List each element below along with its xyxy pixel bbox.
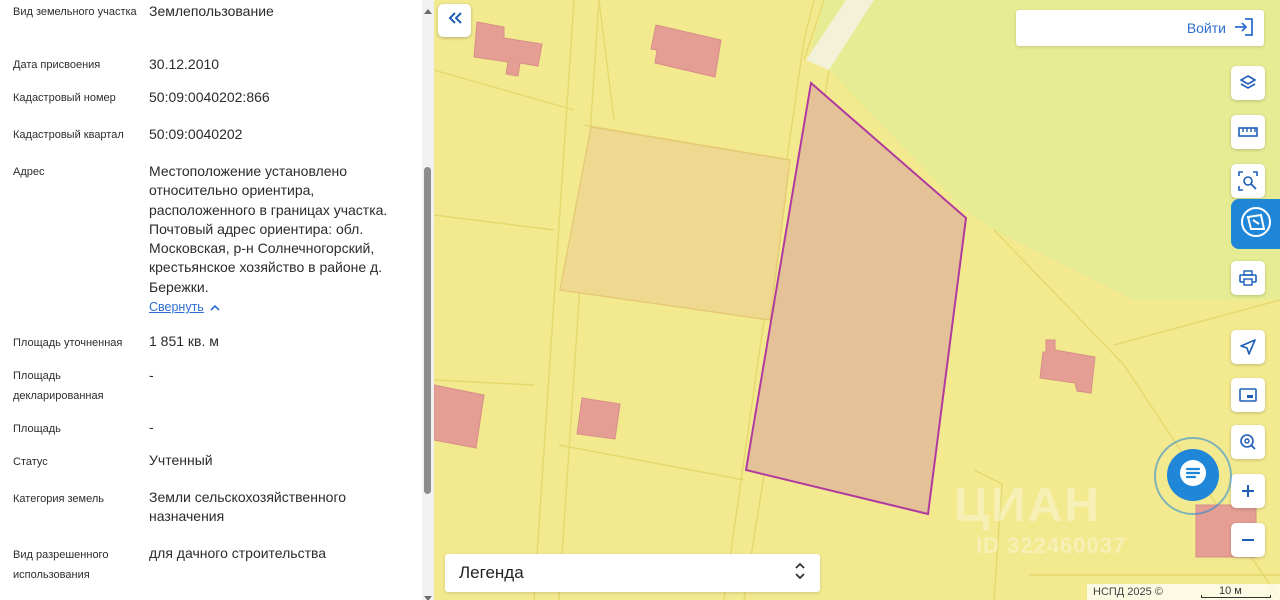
chevron-up-icon [210,300,220,314]
zoom-out-icon [1240,532,1256,548]
collapse-label: Свернуть [149,300,204,314]
geo-pin-button[interactable] [1231,425,1265,459]
watermark-id: ID 322460037 [976,533,1127,558]
scroll-down-arrow-icon[interactable] [423,590,433,600]
copyright-text: НСПД 2025 © [1093,586,1163,598]
value-cadastral-number: 50:09:0040202:866 [149,89,270,105]
geo-pin-icon [1239,433,1257,451]
value-land-type: Землепользование [149,3,274,19]
chat-button[interactable] [1167,449,1219,501]
locate-button[interactable] [1231,330,1265,364]
login-button[interactable]: Войти [1187,10,1254,46]
ruler-icon [1238,125,1258,139]
label-assign-date: Дата присвоения [13,59,101,71]
zoom-in-button[interactable] [1231,474,1265,508]
login-bar: Войти [1016,10,1264,46]
scroll-up-arrow-icon[interactable] [423,2,433,14]
label-permitted-use: Вид разрешенного использования [13,549,109,581]
label-area-declared: Площадь декларированная [13,370,104,402]
ruler-button[interactable] [1231,115,1265,149]
label-address: Адрес [13,166,45,178]
value-cadastral-quarter: 50:09:0040202 [149,126,243,142]
layers-button[interactable] [1231,66,1265,100]
minimap-button[interactable] [1231,378,1265,412]
label-area: Площадь [13,423,61,435]
double-chevron-left-icon [447,11,463,30]
value-permitted-use: для дачного строительства [149,545,327,561]
watermark: ЦИАН [954,479,1101,532]
value-area: - [149,419,154,435]
label-cadastral-quarter: Кадастровый квартал [13,129,124,141]
active-tool-button[interactable] [1231,199,1280,249]
parcel-info-panel: Вид земельного участка Землепользование … [0,0,434,600]
active-tool-icon [1239,205,1273,244]
collapse-link[interactable]: Свернуть [149,300,220,314]
scrollbar-thumb[interactable] [424,167,431,494]
legend-label: Легенда [459,563,524,582]
area-search-button[interactable] [1231,164,1265,198]
scale-indicator: 10 м [1199,584,1274,600]
value-assign-date: 30.12.2010 [149,56,220,72]
label-cadastral-number: Кадастровый номер [13,92,116,104]
zoom-in-icon [1240,483,1256,499]
locate-icon [1239,338,1257,356]
login-icon [1234,17,1254,39]
zoom-out-button[interactable] [1231,523,1265,557]
label-area-specified: Площадь уточненная [13,337,123,349]
search-area-icon [1238,171,1258,191]
layers-icon [1239,74,1257,92]
label-land-type: Вид земельного участка [13,6,137,18]
chat-icon [1178,458,1208,493]
login-label: Войти [1186,20,1226,36]
map-canvas [434,0,1280,600]
map-view[interactable]: ЦИАН ID 322460037 Войти Легенда НСПД 202… [434,0,1280,600]
value-land-category: Земли сельскохозяйственного назначения [149,489,347,525]
legend-button[interactable]: Легенда [445,554,820,592]
label-land-category: Категория земель [13,493,104,505]
collapse-panel-button[interactable] [438,4,471,37]
scale-bar [1201,595,1271,598]
label-status: Статус [13,456,48,468]
expand-collapse-icon [794,561,806,586]
value-status: Учтенный [149,452,213,468]
minimap-icon [1239,387,1257,403]
print-icon [1239,269,1257,287]
value-address: Местоположение установлено относительно … [149,163,388,295]
print-button[interactable] [1231,261,1265,295]
map-attribution: НСПД 2025 © 10 м [1087,584,1280,600]
value-area-specified: 1 851 кв. м [149,333,219,349]
value-area-declared: - [149,367,154,383]
